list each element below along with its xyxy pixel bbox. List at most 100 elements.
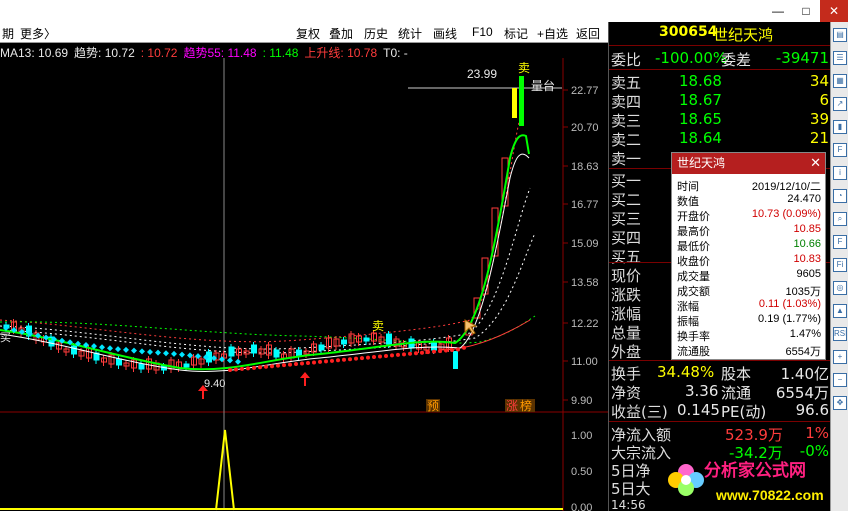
trend-dot — [384, 353, 388, 358]
popup-row: 数值 24.470 — [672, 193, 825, 208]
popup-row: 成交额 1035万 — [672, 283, 825, 298]
chart-icon[interactable]: ▤ — [833, 28, 847, 42]
trend-dot — [318, 359, 322, 364]
watermark-logo: 分析家公式网 www.70822.com — [668, 460, 824, 503]
more-button[interactable]: 更多〉 — [20, 25, 56, 42]
popup-key: 涨幅 — [677, 301, 699, 313]
overlay-button[interactable]: 叠加 — [329, 25, 353, 42]
limit-up-label: 涨 — [506, 398, 518, 413]
pe-value: 96.6 — [795, 401, 829, 419]
high-price-label: 23.99 — [467, 67, 497, 81]
bid-label: 买三 — [611, 210, 642, 228]
popup-value: 0.11 (1.03%) — [758, 298, 821, 310]
bars-icon[interactable]: ▮ — [833, 120, 847, 134]
zoom-out-icon[interactable]: − — [833, 373, 847, 387]
grid-icon[interactable]: ▦ — [833, 74, 847, 88]
popup-value: 1.47% — [789, 328, 821, 340]
ask-row[interactable]: 卖四 18.67 6 — [609, 91, 831, 111]
up-icon[interactable]: ▲ — [833, 304, 847, 318]
kline-chart[interactable]: 22.77 20.70 18.63 16.77 15.09 13.58 12.22 11.00… — [0, 58, 608, 511]
trend-dot — [366, 355, 370, 360]
mid-band-2 — [0, 232, 536, 354]
zoom-icon[interactable]: ◎ — [833, 281, 847, 295]
history-button[interactable]: 历史 — [364, 25, 388, 42]
ask-volume: 34 — [809, 72, 829, 90]
f10-button[interactable]: F10 — [472, 25, 493, 39]
kline-svg[interactable]: 22.77 20.70 18.63 16.77 15.09 13.58 12.22 11.00… — [0, 58, 608, 511]
sell-signal-mid: 卖 — [372, 319, 384, 333]
popup-close-icon[interactable]: ✕ — [810, 155, 821, 171]
ask-label: 卖三 — [611, 112, 642, 130]
ask-label: 卖一 — [611, 150, 642, 168]
trend-dot — [270, 364, 274, 369]
f-icon[interactable]: F — [833, 235, 847, 249]
ask-row[interactable]: 卖三 18.65 39 — [609, 110, 831, 130]
popup-key: 流通股 — [677, 346, 710, 358]
trend-icon[interactable]: ↗ — [833, 97, 847, 111]
maximize-button[interactable]: □ — [792, 0, 820, 22]
info-icon[interactable]: i — [833, 166, 847, 180]
popup-value: 10.85 — [793, 223, 821, 235]
ask-row[interactable]: 卖二 18.64 21 — [609, 129, 831, 149]
popup-row: 涨幅 0.11 (1.03%) — [672, 298, 825, 313]
pie-icon[interactable]: ◔ — [833, 189, 847, 203]
mid-band-1 — [0, 187, 531, 350]
search-icon[interactable]: ⌕ — [833, 212, 847, 226]
mark-button[interactable]: 标记 — [504, 25, 528, 42]
rsi-icon[interactable]: RSI — [833, 327, 847, 341]
flower-logo-icon — [668, 464, 704, 496]
popup-row: 时间 2019/12/10/二 — [672, 178, 825, 193]
price-tick-label: 16.77 — [571, 199, 599, 211]
back-button[interactable]: 返回 — [576, 25, 600, 42]
ask-label: 卖四 — [611, 93, 642, 111]
candle-body — [296, 349, 302, 357]
stat-label: 总量 — [611, 324, 642, 342]
period-label[interactable]: 期 — [2, 25, 14, 42]
trend-dot — [228, 368, 232, 372]
draw-line-button[interactable]: 画线 — [433, 25, 457, 42]
price-tick-label: 15.09 — [571, 238, 599, 250]
list-icon[interactable]: ☰ — [833, 51, 847, 65]
trend-dot — [396, 352, 400, 357]
candle-body — [138, 363, 145, 370]
price-tooltip-popup[interactable]: 世纪天鸿 ✕ 时间 2019/12/10/二 数值 24.470 开盘价 10.73 (0… — [671, 152, 826, 360]
popup-key: 换手率 — [677, 331, 710, 343]
candle-body — [363, 337, 370, 342]
price-tick-label: 13.58 — [571, 277, 599, 289]
equity-value: 1.40亿 — [780, 365, 829, 383]
close-button[interactable]: ✕ — [820, 0, 848, 22]
add-watchlist-button[interactable]: +自选 — [537, 25, 568, 42]
fig-icon[interactable]: Fi — [833, 258, 847, 272]
ask-volume: 6 — [819, 91, 829, 109]
popup-key: 数值 — [677, 196, 699, 208]
candle-body — [453, 351, 458, 369]
buy-signal-left: 买 — [0, 331, 11, 344]
statistics-button[interactable]: 统计 — [398, 25, 422, 42]
trend-dot — [276, 363, 280, 368]
ask-row[interactable]: 卖五 18.68 34 — [609, 72, 831, 92]
nav-label: 净资 — [611, 384, 642, 402]
trend-dot — [360, 356, 364, 361]
trend-dot — [312, 360, 316, 365]
fuquan-button[interactable]: 复权 — [296, 25, 320, 42]
candle-body — [341, 339, 347, 345]
price-tick-label: 12.22 — [571, 318, 599, 330]
weibi-row: 委比 -100.00% 委差 -39471 — [609, 49, 831, 69]
volume-ticks: 1.00 0.50 0.00 — [571, 430, 592, 511]
window-controls: — □ ✕ — [764, 0, 848, 22]
stock-code: 300654 — [659, 24, 718, 40]
price-tick-label: 18.63 — [571, 161, 599, 173]
ma-green-line — [0, 134, 530, 371]
trend-dot — [324, 359, 328, 364]
popup-title[interactable]: 世纪天鸿 — [672, 153, 825, 174]
zoom-in-icon[interactable]: + — [833, 350, 847, 364]
eps-row: 收益(三) 0.145 PE(动) 96.6 — [609, 401, 831, 421]
candles — [3, 76, 524, 374]
trend-dot — [240, 366, 244, 371]
f10-icon[interactable]: F — [833, 143, 847, 157]
minimize-button[interactable]: — — [764, 0, 792, 22]
trend-dot — [456, 347, 460, 352]
pre-label: 预 — [427, 399, 439, 413]
move-icon[interactable]: ✥ — [833, 396, 847, 410]
popup-row: 振幅 0.19 (1.77%) — [672, 313, 825, 328]
